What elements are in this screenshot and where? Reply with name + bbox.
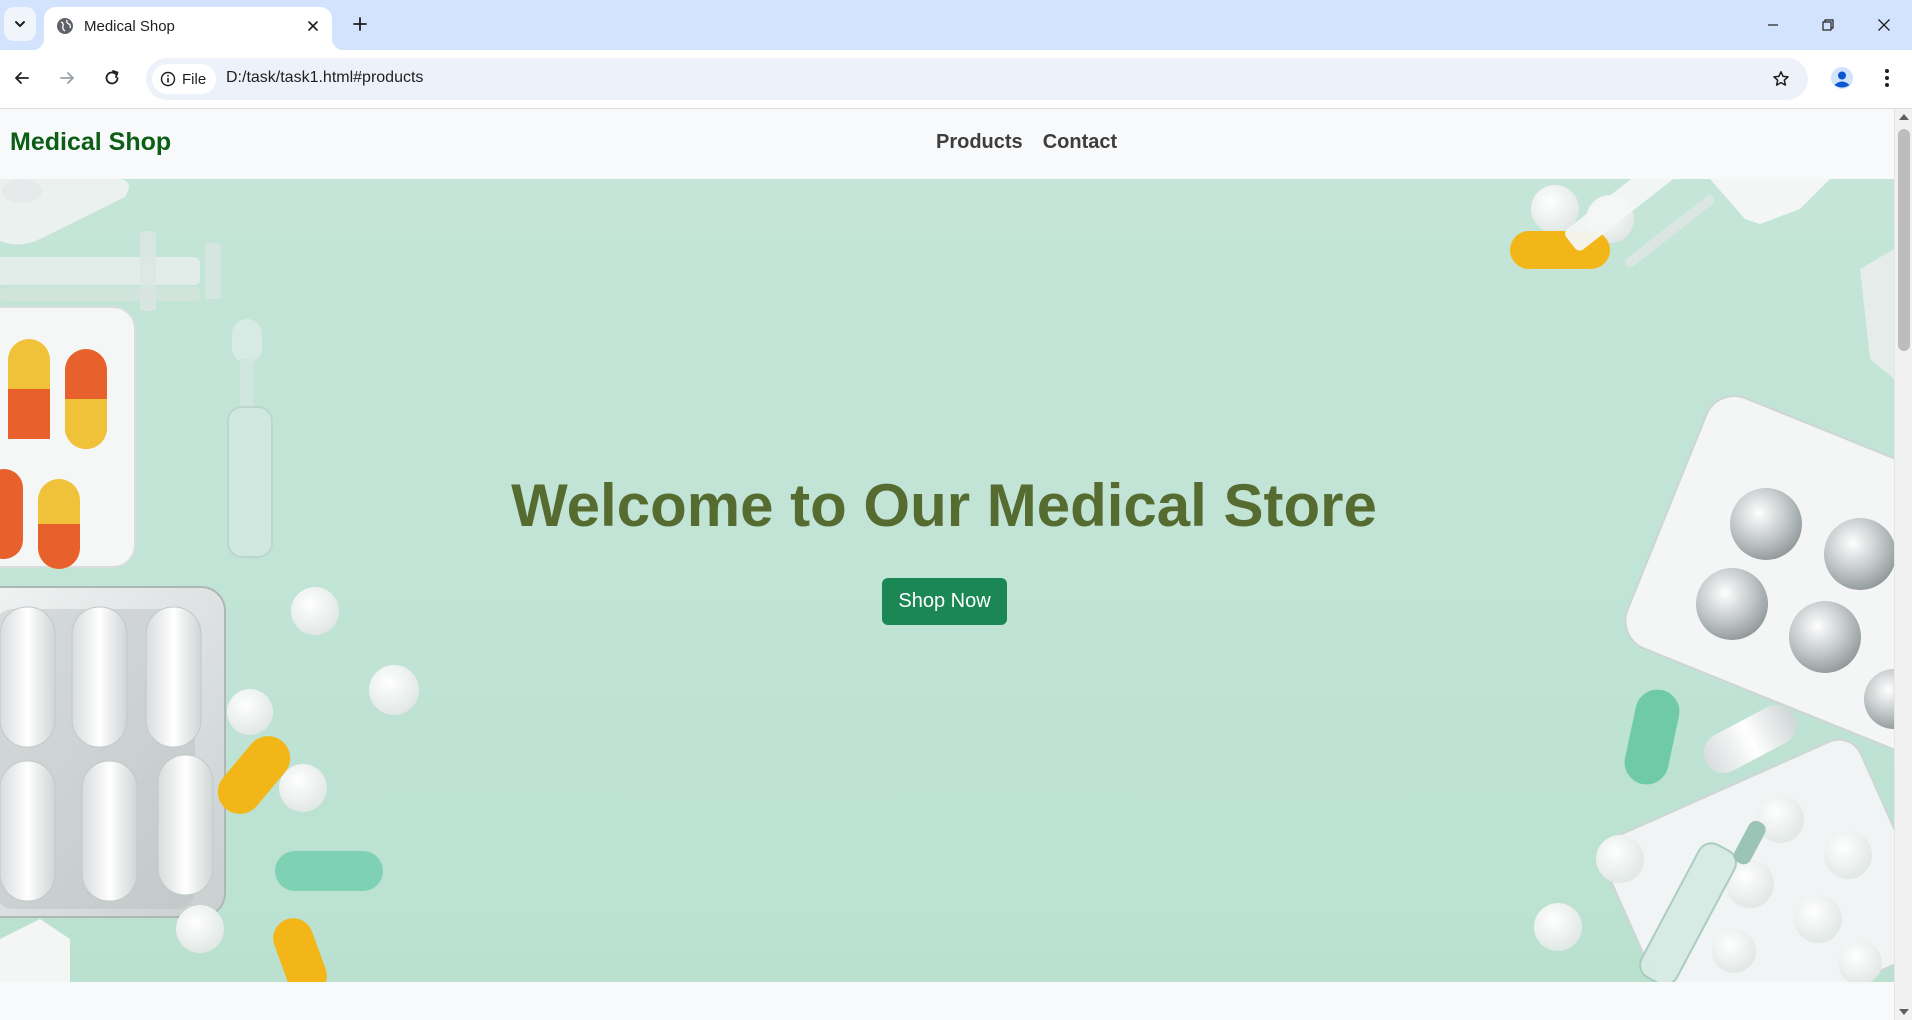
globe-icon (57, 18, 73, 34)
scroll-up-arrow-icon[interactable] (1899, 114, 1909, 120)
hero-title: Welcome to Our Medical Store (511, 472, 1377, 539)
site-navbar: Medical Shop Products Contact (0, 109, 1894, 179)
kebab-menu-icon (1885, 69, 1889, 87)
nav-link-products[interactable]: Products (936, 131, 1023, 154)
restore-icon (1822, 19, 1834, 31)
close-window-button[interactable] (1856, 0, 1912, 50)
tab-search-button[interactable] (4, 7, 36, 41)
info-icon (160, 71, 176, 87)
page-section-below-hero (0, 982, 1894, 1020)
tab-medical-shop[interactable]: Medical Shop (32, 7, 344, 50)
bookmark-button[interactable] (1764, 62, 1798, 96)
shop-now-button[interactable]: Shop Now (882, 578, 1007, 625)
reload-button[interactable] (95, 61, 129, 95)
profile-button[interactable] (1825, 61, 1859, 95)
arrow-left-icon (15, 72, 29, 84)
arrow-right-icon (60, 72, 74, 84)
back-button[interactable] (5, 61, 39, 95)
tab-strip: Medical Shop (0, 0, 1912, 50)
hero-content: Welcome to Our Medical Store Shop Now (0, 179, 1894, 982)
tab-title: Medical Shop (84, 18, 175, 35)
close-icon (1878, 19, 1890, 31)
hero-section: Welcome to Our Medical Store Shop Now (0, 179, 1894, 982)
scrollbar-thumb[interactable] (1898, 129, 1910, 351)
brand-logo-link[interactable]: Medical Shop (10, 128, 171, 157)
url-text[interactable]: D:/task/task1.html#products (226, 69, 423, 87)
page-viewport: Medical Shop Products Contact Welcome to… (0, 109, 1912, 1020)
browser-window: Medical Shop File D:/task/task1.html#pro… (0, 0, 1912, 1020)
minimize-icon (1768, 24, 1778, 26)
site-chip-label: File (182, 70, 207, 88)
forward-button[interactable] (50, 61, 84, 95)
close-icon (308, 21, 318, 31)
address-bar[interactable]: File D:/task/task1.html#products (146, 58, 1808, 100)
site-info-chip[interactable]: File (152, 64, 217, 94)
reload-icon (105, 70, 119, 85)
page-scrollbar[interactable] (1894, 109, 1912, 1020)
plus-icon (353, 17, 367, 31)
nav-link-contact[interactable]: Contact (1043, 131, 1117, 154)
browser-toolbar: File D:/task/task1.html#products (0, 50, 1912, 109)
star-icon (1773, 71, 1789, 86)
restore-button[interactable] (1800, 0, 1856, 50)
chevron-down-icon (15, 21, 25, 27)
tab-close-button[interactable] (302, 15, 324, 37)
nav-links: Products Contact (936, 131, 1117, 154)
browser-menu-button[interactable] (1870, 61, 1904, 95)
profile-icon (1831, 67, 1853, 89)
minimize-button[interactable] (1745, 0, 1801, 50)
scroll-down-arrow-icon[interactable] (1899, 1009, 1909, 1015)
new-tab-button[interactable] (344, 8, 376, 40)
